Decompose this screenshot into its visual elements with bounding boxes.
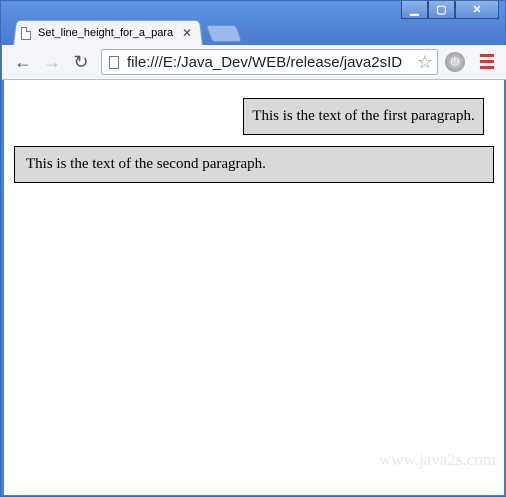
forward-arrow-icon: → [43, 51, 61, 72]
back-button[interactable]: ← [12, 51, 34, 73]
tab-content[interactable]: Set_line_height_for_a_para ✕ [21, 23, 199, 43]
page-content: This is the text of the first paragraph.… [4, 80, 504, 495]
first-paragraph: This is the text of the first paragraph. [243, 98, 484, 135]
maximize-button[interactable]: ▢ [428, 1, 455, 19]
browser-window: ▁ ▢ ✕ Set_line_height_for_a_para ✕ ← → ↻… [0, 0, 506, 497]
reload-button[interactable]: ↻ [70, 51, 92, 73]
menu-icon[interactable] [480, 54, 494, 72]
watermark: www.java2s.com [379, 450, 496, 469]
minimize-icon: ▁ [410, 4, 419, 16]
bookmark-star-icon[interactable]: ☆ [417, 52, 433, 73]
url-text[interactable]: file:///E:/Java_Dev/WEB/release/java2sID [127, 54, 411, 71]
tab-close-icon[interactable]: ✕ [182, 26, 192, 40]
back-arrow-icon: ← [14, 51, 32, 72]
extension-icon[interactable]: ⏻ [445, 52, 465, 72]
title-bar: ▁ ▢ ✕ Set_line_height_for_a_para ✕ [1, 1, 505, 45]
new-tab-button[interactable] [205, 25, 243, 42]
window-controls: ▁ ▢ ✕ [401, 1, 499, 19]
tab-title: Set_line_height_for_a_para [38, 27, 174, 39]
page-icon [109, 55, 119, 69]
address-bar[interactable]: file:///E:/Java_Dev/WEB/release/java2sID… [101, 49, 438, 75]
close-icon: ✕ [472, 4, 482, 16]
reload-icon: ↻ [73, 51, 89, 72]
maximize-icon: ▢ [436, 4, 447, 16]
close-window-button[interactable]: ✕ [455, 1, 499, 19]
toolbar: ← → ↻ file:///E:/Java_Dev/WEB/release/ja… [2, 45, 506, 80]
forward-button[interactable]: → [41, 51, 63, 73]
document-icon [21, 26, 31, 40]
minimize-button[interactable]: ▁ [401, 1, 428, 19]
second-paragraph: This is the text of the second paragraph… [14, 146, 494, 183]
